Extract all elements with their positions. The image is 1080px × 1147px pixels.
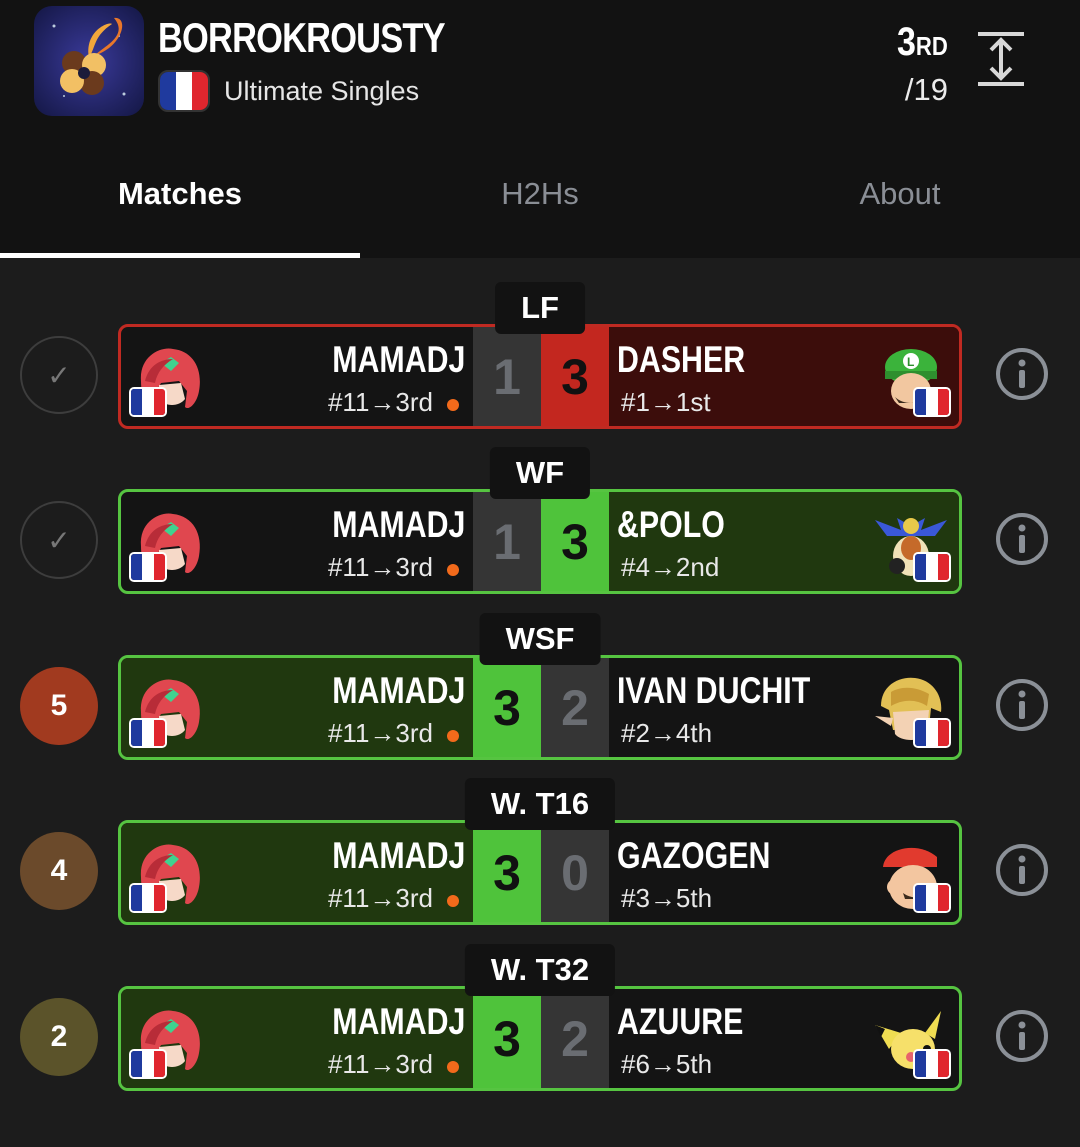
score-right: 2 bbox=[541, 989, 609, 1088]
round-label: WSF bbox=[479, 613, 601, 665]
player-seed: #4→2nd bbox=[621, 552, 720, 582]
status-dot-icon bbox=[447, 730, 459, 742]
player-right: GAZOGEN #3→5th bbox=[609, 823, 959, 922]
player-name[interactable]: MAMADJ bbox=[332, 835, 465, 877]
score-left: 1 bbox=[473, 492, 541, 591]
player-seed: #11→3rd bbox=[327, 1049, 433, 1079]
round-label: W. T32 bbox=[464, 944, 616, 996]
active-tab-indicator bbox=[0, 253, 360, 258]
player-seed: #6→5th bbox=[621, 1049, 713, 1079]
france-flag-icon bbox=[913, 883, 951, 913]
score-right: 3 bbox=[541, 492, 609, 591]
france-flag-icon bbox=[129, 883, 167, 913]
player-name[interactable]: GAZOGEN bbox=[617, 835, 770, 877]
info-icon[interactable] bbox=[994, 677, 1050, 733]
player-right: IVAN DUCHIT #2→4th bbox=[609, 658, 959, 757]
match-row: 5 MAMADJ #11→3rd 3 2 IVAN DUCHIT #2→4th WSF bbox=[0, 613, 1080, 765]
expand-vertical-icon[interactable] bbox=[978, 30, 1024, 90]
player-right: AZUURE #6→5th bbox=[609, 989, 959, 1088]
player-name[interactable]: MAMADJ bbox=[332, 1001, 465, 1043]
checkmark-icon: ✓ bbox=[20, 501, 98, 579]
france-flag-icon bbox=[913, 1049, 951, 1079]
game-name: Ultimate Singles bbox=[224, 76, 420, 106]
player-seed: #2→4th bbox=[621, 718, 713, 748]
match-row: ✓ MAMADJ #11→3rd 1 3 DASHER #1→1st L LF bbox=[0, 282, 1080, 434]
status-dot-icon bbox=[447, 895, 459, 907]
svg-text:L: L bbox=[907, 355, 914, 369]
event-name: BORROKROUSTY bbox=[158, 14, 446, 61]
placement-suffix: RD bbox=[916, 31, 948, 61]
match-card[interactable]: MAMADJ #11→3rd 1 3 DASHER #1→1st L bbox=[118, 324, 962, 429]
placement-badge: 5 bbox=[20, 667, 98, 745]
player-left: MAMADJ #11→3rd bbox=[121, 823, 473, 922]
score-left: 1 bbox=[473, 327, 541, 426]
score-right: 3 bbox=[541, 327, 609, 426]
status-dot-icon bbox=[447, 399, 459, 411]
player-left: MAMADJ #11→3rd bbox=[121, 658, 473, 757]
info-icon[interactable] bbox=[994, 842, 1050, 898]
player-seed: #1→1st bbox=[621, 387, 711, 417]
france-flag-icon bbox=[129, 1049, 167, 1079]
placement: 3RD bbox=[897, 20, 948, 65]
player-name[interactable]: MAMADJ bbox=[332, 339, 465, 381]
player-seed: #11→3rd bbox=[327, 718, 433, 748]
score-left: 3 bbox=[473, 989, 541, 1088]
player-seed: #3→5th bbox=[621, 883, 713, 913]
france-flag-icon bbox=[129, 552, 167, 582]
score-left: 3 bbox=[473, 823, 541, 922]
placement-badge: 4 bbox=[20, 832, 98, 910]
tab-matches[interactable]: Matches bbox=[0, 176, 360, 212]
player-left: MAMADJ #11→3rd bbox=[121, 492, 473, 591]
tab-about[interactable]: About bbox=[720, 176, 1080, 212]
france-flag-icon bbox=[913, 552, 951, 582]
france-flag-icon bbox=[158, 70, 210, 112]
player-name[interactable]: MAMADJ bbox=[332, 504, 465, 546]
match-card[interactable]: MAMADJ #11→3rd 3 0 GAZOGEN #3→5th bbox=[118, 820, 962, 925]
france-flag-icon bbox=[129, 387, 167, 417]
player-name[interactable]: DASHER bbox=[617, 339, 745, 381]
status-dot-icon bbox=[447, 1061, 459, 1073]
info-icon[interactable] bbox=[994, 511, 1050, 567]
match-card[interactable]: MAMADJ #11→3rd 3 2 IVAN DUCHIT #2→4th bbox=[118, 655, 962, 760]
player-left: MAMADJ #11→3rd bbox=[121, 989, 473, 1088]
player-seed: #11→3rd bbox=[327, 883, 433, 913]
placement-badge: 2 bbox=[20, 998, 98, 1076]
info-icon[interactable] bbox=[994, 346, 1050, 402]
total-entrants: /19 bbox=[904, 72, 948, 107]
player-name[interactable]: MAMADJ bbox=[332, 670, 465, 712]
player-seed: #11→3rd bbox=[327, 552, 433, 582]
match-row: 4 MAMADJ #11→3rd 3 0 GAZOGEN #3→5th W. T16 bbox=[0, 778, 1080, 930]
status-dot-icon bbox=[447, 564, 459, 576]
player-left: MAMADJ #11→3rd bbox=[121, 327, 473, 426]
france-flag-icon bbox=[913, 387, 951, 417]
player-right: &POLO #4→2nd bbox=[609, 492, 959, 591]
player-name[interactable]: IVAN DUCHIT bbox=[617, 670, 810, 712]
basque-lauburu-logo bbox=[34, 6, 144, 116]
tab-h2hs[interactable]: H2Hs bbox=[360, 176, 720, 212]
round-label: W. T16 bbox=[464, 778, 616, 830]
round-label: WF bbox=[489, 447, 591, 499]
player-seed: #11→3rd bbox=[327, 387, 433, 417]
match-card[interactable]: MAMADJ #11→3rd 1 3 &POLO #4→2nd bbox=[118, 489, 962, 594]
match-card[interactable]: MAMADJ #11→3rd 3 2 AZUURE #6→5th bbox=[118, 986, 962, 1091]
placement-number: 3 bbox=[897, 20, 917, 64]
france-flag-icon bbox=[129, 718, 167, 748]
france-flag-icon bbox=[913, 718, 951, 748]
round-label: LF bbox=[495, 282, 585, 334]
player-name[interactable]: AZUURE bbox=[617, 1001, 743, 1043]
score-left: 3 bbox=[473, 658, 541, 757]
match-row: ✓ MAMADJ #11→3rd 1 3 &POLO #4→2nd WF bbox=[0, 447, 1080, 599]
player-name[interactable]: &POLO bbox=[617, 504, 725, 546]
score-right: 0 bbox=[541, 823, 609, 922]
header: BORROKROUSTY Ultimate Singles 3RD /19 bbox=[0, 0, 1080, 140]
match-row: 2 MAMADJ #11→3rd 3 2 AZUURE #6→5th W. T32 bbox=[0, 944, 1080, 1096]
checkmark-icon: ✓ bbox=[20, 336, 98, 414]
player-right: DASHER #1→1st L bbox=[609, 327, 959, 426]
score-right: 2 bbox=[541, 658, 609, 757]
info-icon[interactable] bbox=[994, 1008, 1050, 1064]
